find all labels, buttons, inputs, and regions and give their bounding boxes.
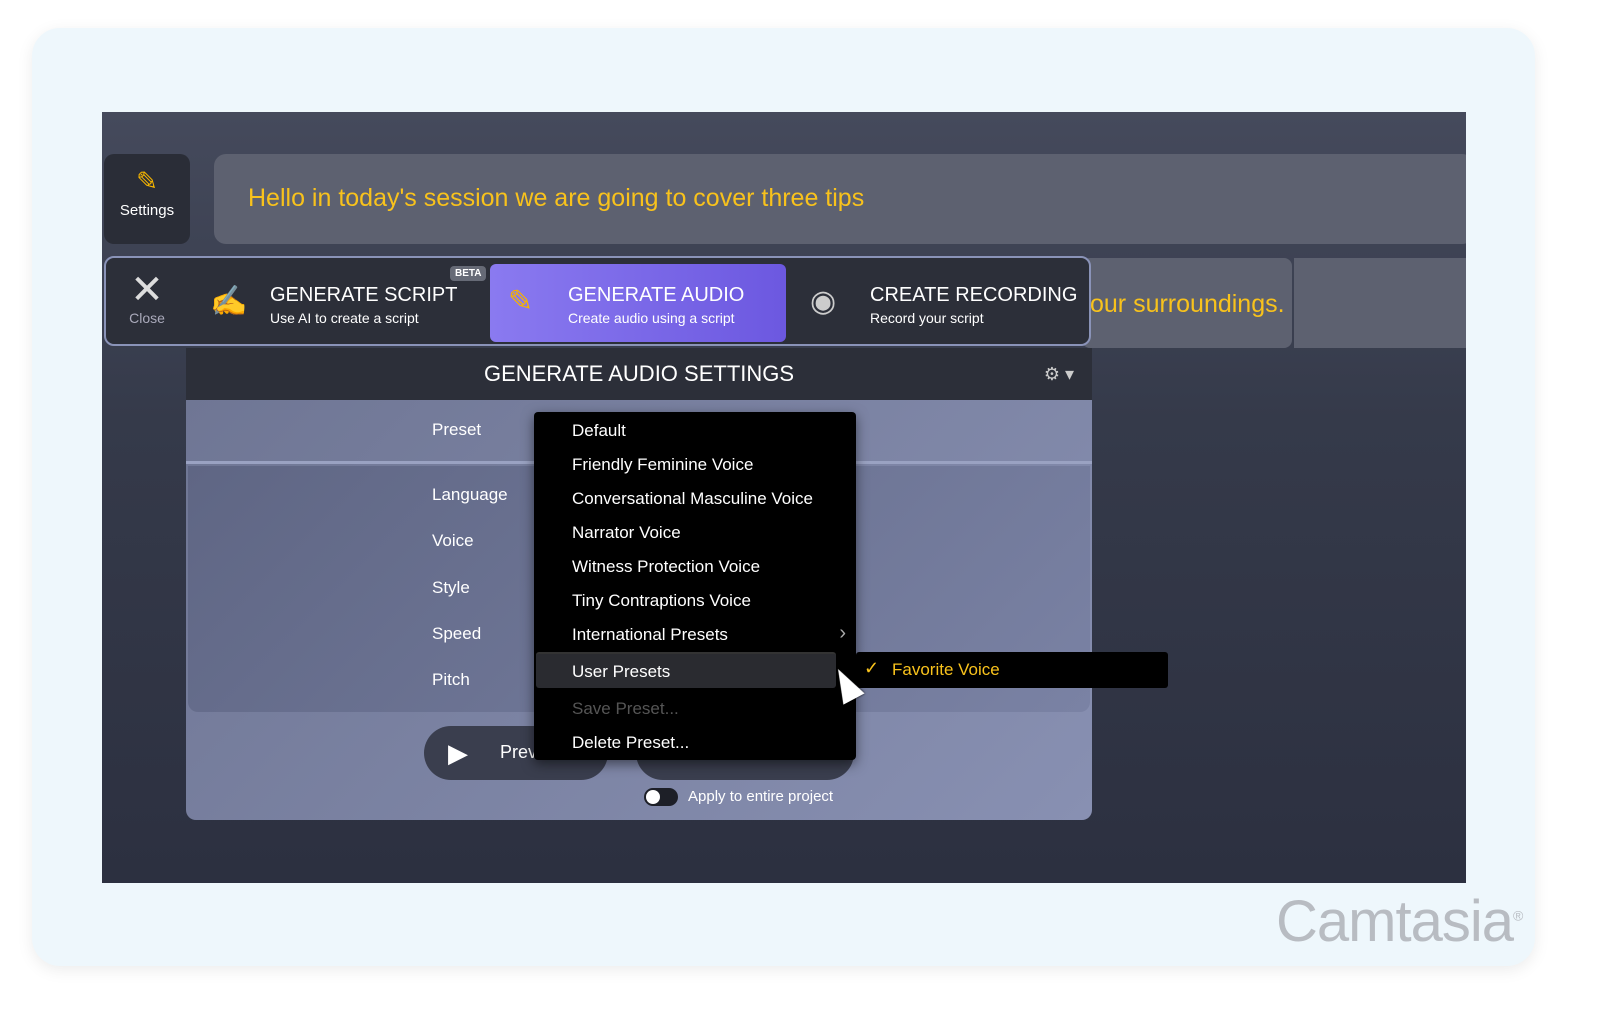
gear-icon[interactable]: ⚙ ▾	[1044, 348, 1074, 400]
caption-text: Hello in today's session we are going to…	[248, 184, 865, 212]
speed-label: Speed	[432, 624, 482, 643]
play-icon: ▶	[448, 738, 468, 768]
tab-subtitle: Create audio using a script	[568, 310, 735, 326]
logo-text: Camtasia	[1276, 889, 1514, 954]
record-icon: ◉	[810, 285, 837, 318]
beta-badge: BETA	[450, 266, 487, 281]
menu-item-delete-preset[interactable]: Delete Preset...	[572, 733, 689, 753]
chevron-right-icon: ›	[839, 622, 846, 644]
camtasia-logo: Camtasia®	[1276, 889, 1523, 954]
panel-title: GENERATE AUDIO SETTINGS	[483, 361, 795, 386]
audio-pencil-icon: ✎	[508, 285, 534, 318]
script-pencil-icon: ✍	[210, 285, 248, 318]
pitch-label: Pitch	[432, 670, 470, 689]
close-icon: ✕	[130, 268, 164, 312]
menu-item[interactable]: Conversational Masculine Voice	[572, 489, 813, 509]
menu-item[interactable]: Friendly Feminine Voice	[572, 455, 753, 475]
voice-label: Voice	[432, 531, 474, 550]
menu-item[interactable]: Default	[572, 421, 626, 441]
tab-create-recording[interactable]: ◉ CREATE RECORDING Record your script	[792, 264, 1088, 342]
apply-label: Apply to entire project	[688, 788, 834, 805]
style-label: Style	[432, 578, 470, 597]
app-screen: ✎ Settings Hello in today's session we a…	[102, 112, 1466, 883]
checkmark-icon: ✓	[864, 658, 880, 678]
tab-subtitle: Record your script	[870, 310, 984, 326]
preset-label: Preset	[432, 420, 482, 439]
tab-title: CREATE RECORDING	[870, 284, 1078, 306]
menu-item-user-presets[interactable]: User Presets	[572, 662, 670, 682]
caption-bubble-2[interactable]: our surroundings.	[1082, 258, 1292, 348]
menu-item[interactable]: Tiny Contraptions Voice	[572, 591, 751, 611]
close-button[interactable]: ✕ Close	[120, 270, 174, 326]
tab-title: GENERATE SCRIPT	[270, 284, 458, 306]
menu-item[interactable]: Narrator Voice	[572, 523, 681, 543]
user-presets-submenu: ✓ Favorite Voice	[856, 652, 1168, 688]
tab-title: GENERATE AUDIO	[568, 284, 745, 306]
caption-text-2: our surroundings.	[1090, 290, 1285, 318]
toolbar: ✕ Close ✍ GENERATE SCRIPT Use AI to creat…	[104, 256, 1091, 346]
settings-label: Settings	[119, 202, 175, 219]
close-label: Close	[129, 310, 165, 326]
caption-bubble[interactable]: Hello in today's session we are going to…	[214, 154, 1466, 244]
audio-pencil-icon: ✎	[136, 166, 158, 196]
tab-subtitle: Use AI to create a script	[270, 310, 419, 326]
tab-generate-audio[interactable]: ✎ GENERATE AUDIO Create audio using a sc…	[490, 264, 786, 342]
preview-label: Prev	[500, 742, 538, 762]
submenu-item[interactable]: Favorite Voice	[892, 660, 1000, 680]
apply-toggle[interactable]	[644, 788, 678, 806]
menu-item-save-preset: Save Preset...	[572, 699, 679, 718]
caption-bubble-3[interactable]	[1294, 258, 1466, 348]
tab-generate-script[interactable]: ✍ GENERATE SCRIPT Use AI to create a scr…	[192, 264, 488, 342]
preset-dropdown-menu: Default Friendly Feminine Voice Conversa…	[534, 412, 856, 760]
settings-button[interactable]: ✎ Settings	[104, 154, 190, 244]
menu-item[interactable]: Witness Protection Voice	[572, 557, 760, 577]
menu-item-international[interactable]: International Presets	[572, 625, 728, 645]
language-label: Language	[432, 485, 508, 504]
